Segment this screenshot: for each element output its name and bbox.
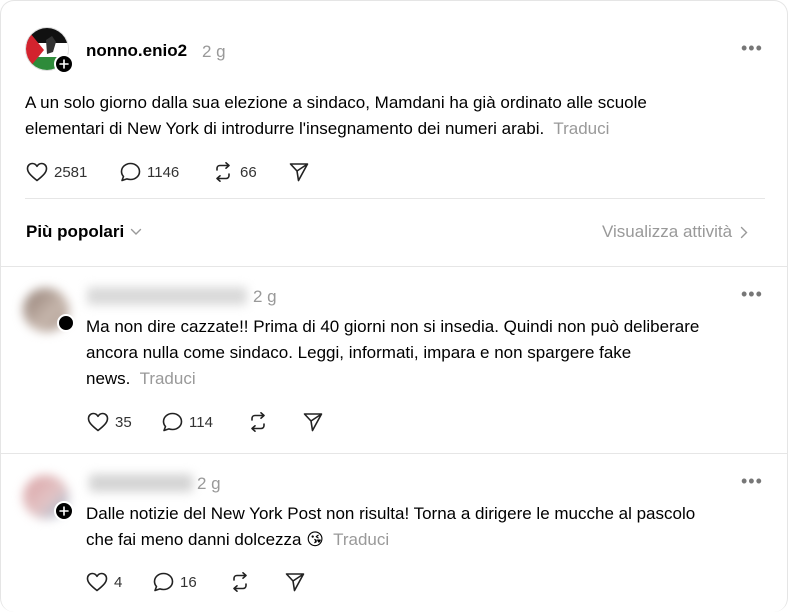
more-horizontal-icon[interactable]: ••• — [741, 38, 763, 59]
post-text-line-2: elementari di New York di introdurre l'i… — [25, 116, 765, 142]
comment-count: 16 — [180, 573, 197, 591]
reply-text-line-2: ancora nulla come sindaco. Leggi, inform… — [86, 343, 632, 362]
reply-username-redacted — [89, 474, 193, 492]
plus-icon — [59, 59, 69, 69]
like-count: 35 — [115, 413, 132, 431]
like-count: 4 — [114, 573, 123, 591]
more-horizontal-icon[interactable]: ••• — [741, 284, 763, 305]
reply-time: 2 g — [253, 287, 277, 306]
reply-text-line-1: Ma non dire cazzate!! Prima di 40 giorni… — [86, 317, 700, 336]
follow-plus-badge[interactable] — [54, 501, 74, 521]
repost-button[interactable] — [247, 412, 269, 432]
plus-icon — [59, 506, 69, 516]
sort-dropdown[interactable]: Più popolari — [26, 222, 142, 242]
reply-text-line-1: Dalle notizie del New York Post non risu… — [86, 504, 696, 523]
comment-count: 114 — [189, 413, 213, 431]
reply-text: Ma non dire cazzate!! Prima di 40 giorni… — [86, 314, 766, 392]
like-button[interactable]: 2581 — [26, 162, 87, 182]
post-text: A un solo giorno dalla sua elezione a si… — [25, 90, 765, 142]
follow-plus-badge[interactable] — [54, 54, 74, 74]
reply-text-line-2-content: che fai meno danni dolcezza — [86, 530, 302, 549]
reply-text: Dalle notizie del New York Post non risu… — [86, 501, 776, 553]
view-activity-link[interactable]: Visualizza attività — [602, 222, 748, 242]
heart-icon — [26, 162, 48, 182]
comment-bubble-icon — [153, 572, 174, 592]
comment-button[interactable]: 16 — [153, 572, 197, 592]
comment-button[interactable]: 1146 — [120, 162, 179, 182]
post-text-line-1: A un solo giorno dalla sua elezione a si… — [25, 93, 647, 112]
send-icon — [289, 163, 309, 182]
heart-icon — [86, 572, 108, 592]
chevron-down-icon — [131, 228, 142, 235]
thread-card: nonno.enio2 2 g ••• A un solo giorno dal… — [0, 0, 788, 612]
reply-text-line-3: news. Traduci — [86, 366, 766, 392]
comment-count: 1146 — [147, 163, 180, 181]
reply-username-redacted — [87, 287, 247, 305]
post-text-line-2-content: elementari di New York di introdurre l'i… — [25, 119, 545, 138]
follow-plus-badge[interactable] — [57, 314, 75, 332]
divider — [1, 453, 787, 454]
translate-link[interactable]: Traduci — [553, 119, 609, 138]
reply-time: 2 g — [197, 474, 221, 493]
heart-icon — [87, 412, 109, 432]
sort-label: Più popolari — [26, 222, 125, 241]
like-button[interactable]: 4 — [86, 572, 122, 592]
comment-button[interactable]: 114 — [162, 412, 213, 432]
translate-link[interactable]: Traduci — [333, 530, 389, 549]
kiss-emoji: 😘 — [306, 530, 324, 549]
view-activity-label: Visualizza attività — [602, 222, 733, 241]
more-horizontal-icon[interactable]: ••• — [741, 471, 763, 492]
share-button[interactable] — [303, 412, 323, 432]
chevron-right-icon — [740, 226, 748, 238]
send-icon — [303, 413, 323, 432]
repost-icon — [216, 162, 230, 182]
reply-text-line-2: che fai meno danni dolcezza 😘 Traduci — [86, 527, 776, 553]
send-icon — [285, 573, 305, 592]
share-button[interactable] — [285, 572, 305, 592]
comment-bubble-icon — [120, 162, 141, 182]
repost-icon — [233, 572, 247, 592]
repost-count: 66 — [240, 163, 257, 181]
like-button[interactable]: 35 — [87, 412, 132, 432]
like-count: 2581 — [54, 163, 88, 181]
post-time: 2 g — [202, 42, 226, 61]
reply-text-line-3-content: news. — [86, 369, 131, 388]
translate-link[interactable]: Traduci — [140, 369, 196, 388]
divider — [1, 266, 787, 267]
divider — [25, 198, 765, 199]
comment-bubble-icon — [162, 412, 183, 432]
repost-icon — [251, 412, 265, 432]
repost-button[interactable] — [229, 572, 251, 592]
share-button[interactable] — [289, 162, 309, 182]
repost-button[interactable]: 66 — [212, 162, 257, 182]
post-username[interactable]: nonno.enio2 — [86, 41, 187, 61]
